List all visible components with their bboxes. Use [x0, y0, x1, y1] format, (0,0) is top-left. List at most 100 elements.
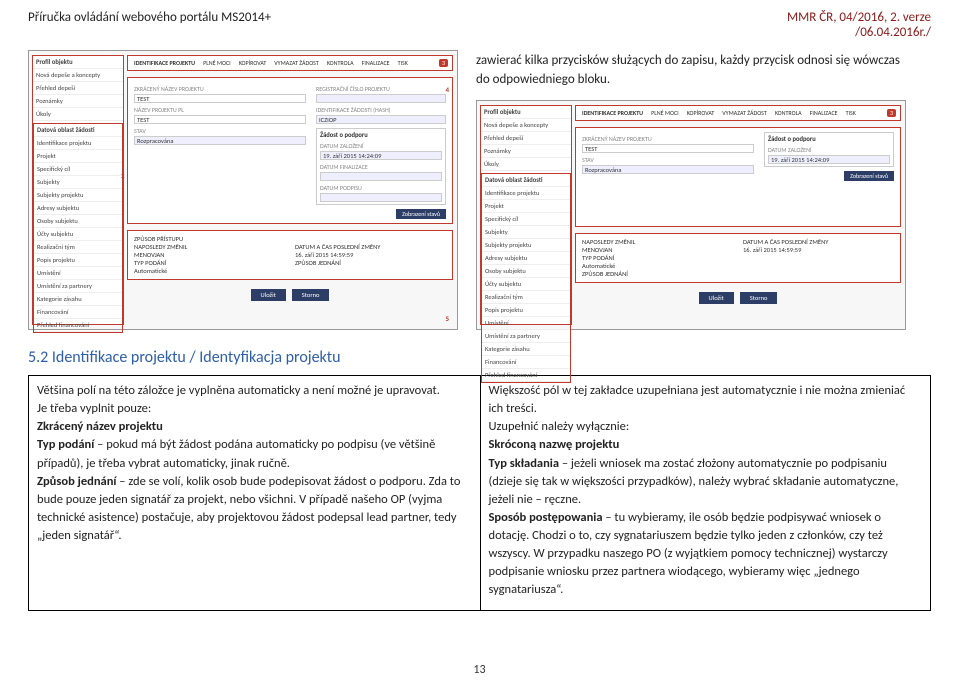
tab-item[interactable]: KOPÍROVAT: [685, 108, 717, 118]
sidebar-item[interactable]: Popis projektu: [34, 254, 122, 267]
sidebar-item[interactable]: Úkoly: [33, 108, 123, 121]
field-input: 16. září 2015 14:59:59: [295, 251, 446, 259]
tab-identifikace[interactable]: IDENTIFIKACE PROJEKTU: [580, 108, 645, 118]
tab-item[interactable]: PLNÉ MOCI: [201, 58, 233, 68]
shot-tabbar: IDENTIFIKACE PROJEKTU PLNÉ MOCI KOPÍROVA…: [127, 55, 453, 71]
tab-item[interactable]: VYMAZAT ŽÁDOST: [272, 58, 321, 68]
field-input[interactable]: Automatické: [134, 267, 285, 275]
tab-item[interactable]: VYMAZAT ŽÁDOST: [720, 108, 769, 118]
zobrazit-stavu-button[interactable]: Zobrazení stavů: [396, 209, 446, 219]
sidebar-group: Datová oblast žádosti Identifikace proje…: [481, 173, 571, 383]
field-label: DATUM ZALOŽENÍ: [320, 142, 442, 150]
sidebar-group-header: Datová oblast žádosti: [482, 174, 570, 187]
sidebar-item[interactable]: Přehled financování: [482, 369, 570, 382]
sidebar-item[interactable]: Umístění za partnery: [34, 280, 122, 293]
sidebar-item[interactable]: Kategorie zásahu: [34, 293, 122, 306]
shot-sidebar: Profil objektu Nová depeše a koncepty Př…: [480, 105, 572, 325]
zobrazit-stavu-button[interactable]: Zobrazení stavů: [844, 171, 894, 181]
sidebar-item[interactable]: Osoby subjektu: [34, 215, 122, 228]
field-date: [320, 193, 442, 202]
pl-p1: Większość pól w tej zakładce uzupełniana…: [489, 383, 906, 416]
sidebar-item[interactable]: Subjekty projektu: [34, 189, 122, 202]
header-right-line1: MMR ČR, 04/2016, 2. verze: [787, 10, 931, 25]
sidebar-item[interactable]: Přehled financování: [34, 319, 122, 332]
sidebar-item[interactable]: Realizační tým: [482, 291, 570, 304]
sidebar-item[interactable]: Nová depeše a koncepty: [481, 119, 571, 132]
pl-p4a: Sposób postępowania: [489, 510, 603, 525]
field-input: MENOVJAN: [134, 251, 285, 259]
cz-p2b: Zkrácený název projektu: [37, 419, 163, 434]
shot-action-bar: Uložit Storno: [127, 286, 453, 304]
field-label: DATUM ZALOŽENÍ: [768, 146, 890, 154]
sidebar-item[interactable]: Úkoly: [481, 158, 571, 171]
sidebar-item[interactable]: Osoby subjektu: [482, 265, 570, 278]
content-col-czech: Většina polí na této záložce je vyplněna…: [29, 376, 480, 610]
top-row: Profil objektu Nová depeše a koncepty Př…: [28, 50, 931, 330]
field-input[interactable]: Automatické: [582, 262, 733, 270]
header-left: Příručka ovládání webového portálu MS201…: [28, 10, 271, 40]
sidebar-item[interactable]: Přehled depeší: [481, 132, 571, 145]
field-label: ZKRÁCENÝ NÁZEV PROJEKTU: [582, 135, 754, 143]
sidebar-item[interactable]: Adresy subjektu: [34, 202, 122, 215]
ulozit-button[interactable]: Uložit: [699, 292, 734, 304]
field-input-test[interactable]: TEST: [134, 94, 306, 103]
sidebar-item[interactable]: Financování: [34, 306, 122, 319]
sidebar-item[interactable]: Účty subjektu: [482, 278, 570, 291]
tab-item[interactable]: PLNÉ MOCI: [649, 108, 681, 118]
pl-p3a: Typ składania: [489, 456, 560, 471]
sidebar-item[interactable]: Nová depeše a koncepty: [33, 69, 123, 82]
sidebar-item[interactable]: Specifický cíl: [482, 213, 570, 226]
field-label: ZPŮSOB JEDNÁNÍ: [295, 259, 446, 267]
sidebar-item[interactable]: Adresy subjektu: [482, 252, 570, 265]
tab-item[interactable]: TISK: [844, 108, 858, 118]
sidebar-item[interactable]: Účty subjektu: [34, 228, 122, 241]
storno-button[interactable]: Storno: [292, 289, 330, 301]
field-label: DATUM PODPISU: [320, 184, 442, 192]
tab-item[interactable]: KOPÍROVAT: [237, 58, 269, 68]
pl-p2a: Uzupełnić należy wyłącznie:: [489, 419, 630, 434]
sidebar-item[interactable]: Umístění: [482, 317, 570, 330]
sidebar-item[interactable]: Realizační tým: [34, 241, 122, 254]
field-label: DATUM A ČAS POSLEDNÍ ZMĚNY: [295, 243, 446, 251]
sidebar-item[interactable]: Specifický cíl: [34, 163, 122, 176]
tab-item[interactable]: FINALIZACE: [360, 58, 392, 68]
sidebar-item[interactable]: Popis projektu: [482, 304, 570, 317]
field-input-stav: Rozpracována: [582, 165, 754, 174]
sidebar-item[interactable]: Poznámky: [481, 145, 571, 158]
storno-button[interactable]: Storno: [740, 292, 778, 304]
tab-identifikace[interactable]: IDENTIFIKACE PROJEKTU: [132, 58, 197, 68]
sidebar-item[interactable]: Umístění: [34, 267, 122, 280]
sidebar-item[interactable]: Umístění za partnery: [482, 330, 570, 343]
field-input-test[interactable]: TEST: [582, 144, 754, 153]
field-label: ZPŮSOB JEDNÁNÍ: [582, 270, 733, 278]
sidebar-item[interactable]: Kategorie zásahu: [482, 343, 570, 356]
sidebar-item[interactable]: Subjekty: [34, 176, 122, 189]
sidebar-item[interactable]: Subjekty: [482, 226, 570, 239]
sidebar-item[interactable]: Identifikace projektu: [482, 187, 570, 200]
sidebar-item[interactable]: Identifikace projektu: [34, 137, 122, 150]
sidebar-group: Datová oblast žádosti Identifikace proje…: [33, 123, 123, 333]
sidebar-item[interactable]: Poznámky: [33, 95, 123, 108]
ulozit-button[interactable]: Uložit: [251, 289, 286, 301]
shot-below-panel: NAPOSLEDY ZMĚNIL MENOVJAN TYP PODÁNÍ Aut…: [575, 233, 901, 283]
tab-item[interactable]: FINALIZACE: [808, 108, 840, 118]
field-input-test2[interactable]: TEST: [134, 115, 306, 124]
field-input: [316, 94, 446, 103]
sidebar-item[interactable]: Subjekty projektu: [482, 239, 570, 252]
header-right-line2: /06.04.2016r./: [787, 25, 931, 40]
cz-p1: Většina polí na této záložce je vyplněna…: [37, 383, 440, 398]
tab-item[interactable]: KONTROLA: [773, 108, 804, 118]
sidebar-item[interactable]: Přehled depeší: [33, 82, 123, 95]
field-label: STAV: [582, 156, 754, 164]
sidebar-item[interactable]: Financování: [482, 356, 570, 369]
tab-item[interactable]: TISK: [396, 58, 410, 68]
header-right: MMR ČR, 04/2016, 2. verze /06.04.2016r./: [787, 10, 931, 40]
cz-p2a: Je třeba vyplnit pouze:: [37, 401, 151, 416]
shot-form-panel: ZKRÁCENÝ NÁZEV PROJEKTU TEST STAV Rozpra…: [575, 127, 901, 227]
tab-item[interactable]: KONTROLA: [325, 58, 356, 68]
sidebar-item[interactable]: Projekt: [34, 150, 122, 163]
shot-main: IDENTIFIKACE PROJEKTU PLNÉ MOCI KOPÍROVA…: [127, 55, 453, 325]
shot-action-bar: Uložit Storno: [575, 289, 901, 307]
sidebar-item[interactable]: Projekt: [482, 200, 570, 213]
intro-paragraph: zawierać kilka przycisków służących do z…: [476, 50, 906, 90]
